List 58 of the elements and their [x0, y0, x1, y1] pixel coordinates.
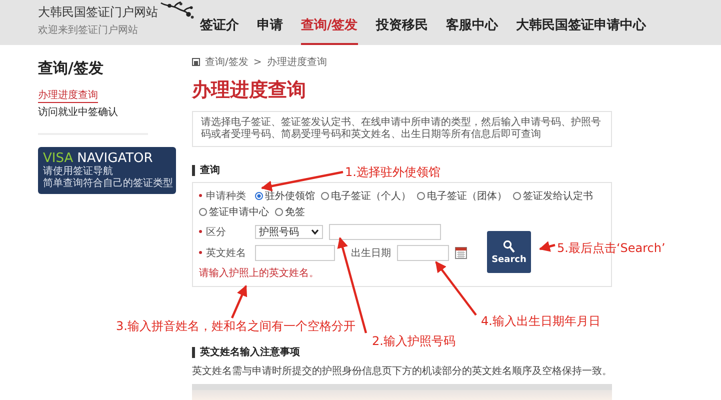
annotation-text: 4.输入出生日期年月日 [481, 313, 600, 330]
radio-button[interactable] [255, 192, 263, 200]
radio-label: 免签 [285, 206, 305, 219]
nav-item[interactable]: 大韩民国签证申请中心 [516, 0, 646, 45]
search-icon [503, 240, 515, 252]
banner-title: NAVIGATOR [77, 151, 153, 166]
breadcrumb-link[interactable]: 查询/签发 [205, 55, 248, 69]
chevron-down-icon [311, 229, 319, 235]
annotation-arrow [538, 241, 556, 252]
banner-text: 简单查询符合自己的签证类型 [43, 178, 173, 190]
annotation-arrow [231, 285, 248, 318]
passport-number-field[interactable] [329, 224, 441, 240]
nav-item[interactable]: 查询/签发 [301, 0, 358, 45]
breadcrumb-link[interactable]: 办理进度查询 [266, 55, 327, 69]
field-label: 英文姓名 [199, 246, 249, 260]
sidebar-title: 查询/签发 [38, 59, 104, 78]
annotation-text: 2.输入护照号码 [372, 333, 456, 350]
page-title: 办理进度查询 [192, 78, 307, 103]
radio-button[interactable] [275, 208, 283, 216]
sidebar-item[interactable]: 办理进度查询 [38, 88, 98, 103]
nav-item[interactable]: 申请 [257, 0, 283, 45]
annotation-arrow [435, 261, 477, 316]
radio-button[interactable] [199, 208, 207, 216]
radio-button[interactable] [321, 192, 329, 200]
radio-button[interactable] [513, 192, 521, 200]
breadcrumb-separator: > [253, 56, 262, 68]
radio-label: 电子签证（团体） [427, 190, 507, 203]
banner-text: 请使用签证导航 [43, 166, 114, 178]
radio-label: 驻外使领馆 [265, 190, 315, 203]
radio-button[interactable] [417, 192, 425, 200]
notice-text: 请选择电子签证、签证签发认定书、在线申请中所申请的类型，然后输入申请号码、护照号码或者受理号码、简易受理号码和英文姓名、出生日期等所有信息后即可查询 [201, 117, 602, 141]
birth-date-field[interactable] [397, 245, 449, 261]
annotation-text: 1.选择驻外使领馆 [345, 164, 440, 181]
hint-text: 请输入护照上的英文姓名。 [199, 266, 320, 280]
calendar-icon[interactable] [455, 247, 467, 259]
banner-title: VISA [43, 151, 74, 166]
visa-navigator-banner[interactable]: VISA NAVIGATOR 请使用签证导航 简单查询符合自己的签证类型 [38, 147, 176, 194]
notes-text: 英文姓名需与申请时所提交的护照身份信息页下方的机读部分的英文姓名顺序及空格保持一致。 [192, 364, 612, 378]
nav-item[interactable]: 客服中心 [446, 0, 498, 45]
field-label: 出生日期 [351, 246, 391, 260]
field-label: 区分 [199, 225, 249, 239]
sidebar-item[interactable]: 访问就业中签确认 [38, 105, 118, 119]
radio-label: 电子签证（个人） [331, 190, 411, 203]
field-label: 申请种类 [199, 189, 249, 203]
nav-item[interactable]: 签证介 [200, 0, 239, 45]
radio-label: 签证发给认定书 [523, 190, 593, 203]
radio-label: 签证申请中心 [209, 206, 269, 219]
nav-item[interactable]: 投资移民 [376, 0, 428, 45]
division-dropdown[interactable]: 护照号码 [255, 225, 323, 239]
site-subtitle: 欢迎来到签证门户网站 [38, 24, 139, 37]
name-input-field[interactable] [255, 245, 335, 261]
search-button[interactable]: Search [487, 231, 531, 273]
section-heading: 英文姓名输入注意事项 [192, 347, 300, 358]
site-title[interactable]: 大韩民国签证门户网站 [38, 4, 158, 21]
annotation-text: 3.输入拼音姓名，姓和名之间有一个空格分开 [116, 318, 356, 335]
home-icon [192, 58, 200, 66]
annotation-text: 5.最后点击‘Search’ [557, 240, 666, 257]
section-heading: 查询 [192, 165, 220, 176]
